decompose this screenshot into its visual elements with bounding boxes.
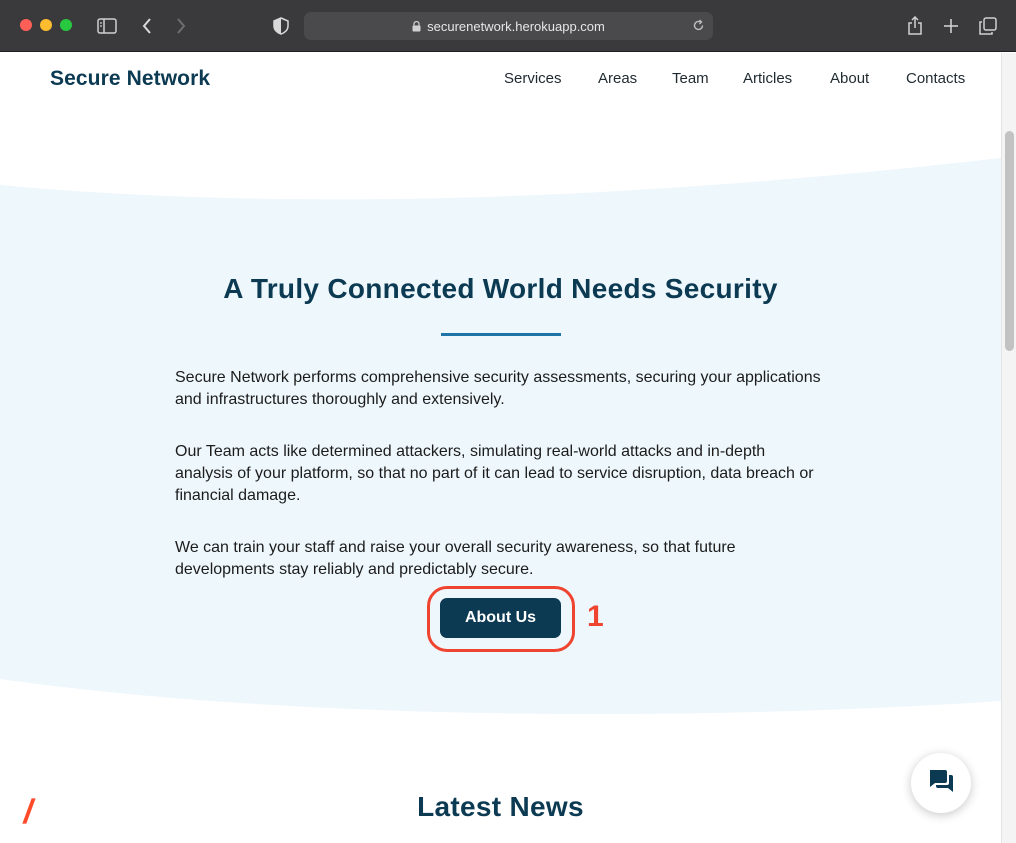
new-tab-plus-icon[interactable] (939, 14, 963, 38)
hero-paragraph-2: Our Team acts like determined attackers,… (175, 443, 814, 504)
chat-button[interactable] (911, 753, 971, 813)
nav-link-team[interactable]: Team (672, 70, 709, 87)
sidebar-toggle-icon[interactable] (95, 14, 119, 38)
nav-link-articles[interactable]: Articles (743, 70, 792, 87)
chat-bubbles-icon (927, 768, 955, 799)
latest-news-title: Latest News (417, 791, 584, 822)
about-us-button[interactable]: About Us (440, 598, 561, 638)
page-scrollbar[interactable] (1001, 53, 1016, 843)
nav-link-services[interactable]: Services (504, 70, 562, 87)
lock-icon (412, 20, 421, 32)
back-chevron-icon[interactable] (135, 14, 159, 38)
tab-overview-icon[interactable] (976, 14, 1000, 38)
zoom-window-button[interactable] (60, 19, 72, 31)
nav-link-contacts[interactable]: Contacts (906, 70, 965, 87)
hero-title: A Truly Connected World Needs Security (223, 273, 778, 304)
hero-paragraph-1: Secure Network performs comprehensive se… (175, 369, 821, 408)
close-window-button[interactable] (20, 19, 32, 31)
scrollbar-thumb[interactable] (1005, 131, 1014, 351)
browser-toolbar: securenetwork.herokuapp.com (0, 0, 1016, 52)
web-page: Secure Network Services Areas Team Artic… (0, 53, 1001, 843)
share-icon[interactable] (903, 14, 927, 38)
address-bar[interactable]: securenetwork.herokuapp.com (304, 12, 713, 40)
reload-icon[interactable] (692, 19, 705, 35)
minimize-window-button[interactable] (40, 19, 52, 31)
title-divider (441, 333, 561, 336)
site-logo[interactable]: Secure Network (50, 67, 210, 91)
forward-chevron-icon[interactable] (169, 14, 193, 38)
nav-link-areas[interactable]: Areas (598, 70, 637, 87)
address-url: securenetwork.herokuapp.com (427, 18, 605, 34)
privacy-shield-icon[interactable] (269, 14, 293, 38)
nav-link-about[interactable]: About (830, 70, 869, 87)
annotation-number: 1 (587, 600, 604, 633)
hero-paragraph-3: We can train your staff and raise your o… (175, 539, 736, 578)
